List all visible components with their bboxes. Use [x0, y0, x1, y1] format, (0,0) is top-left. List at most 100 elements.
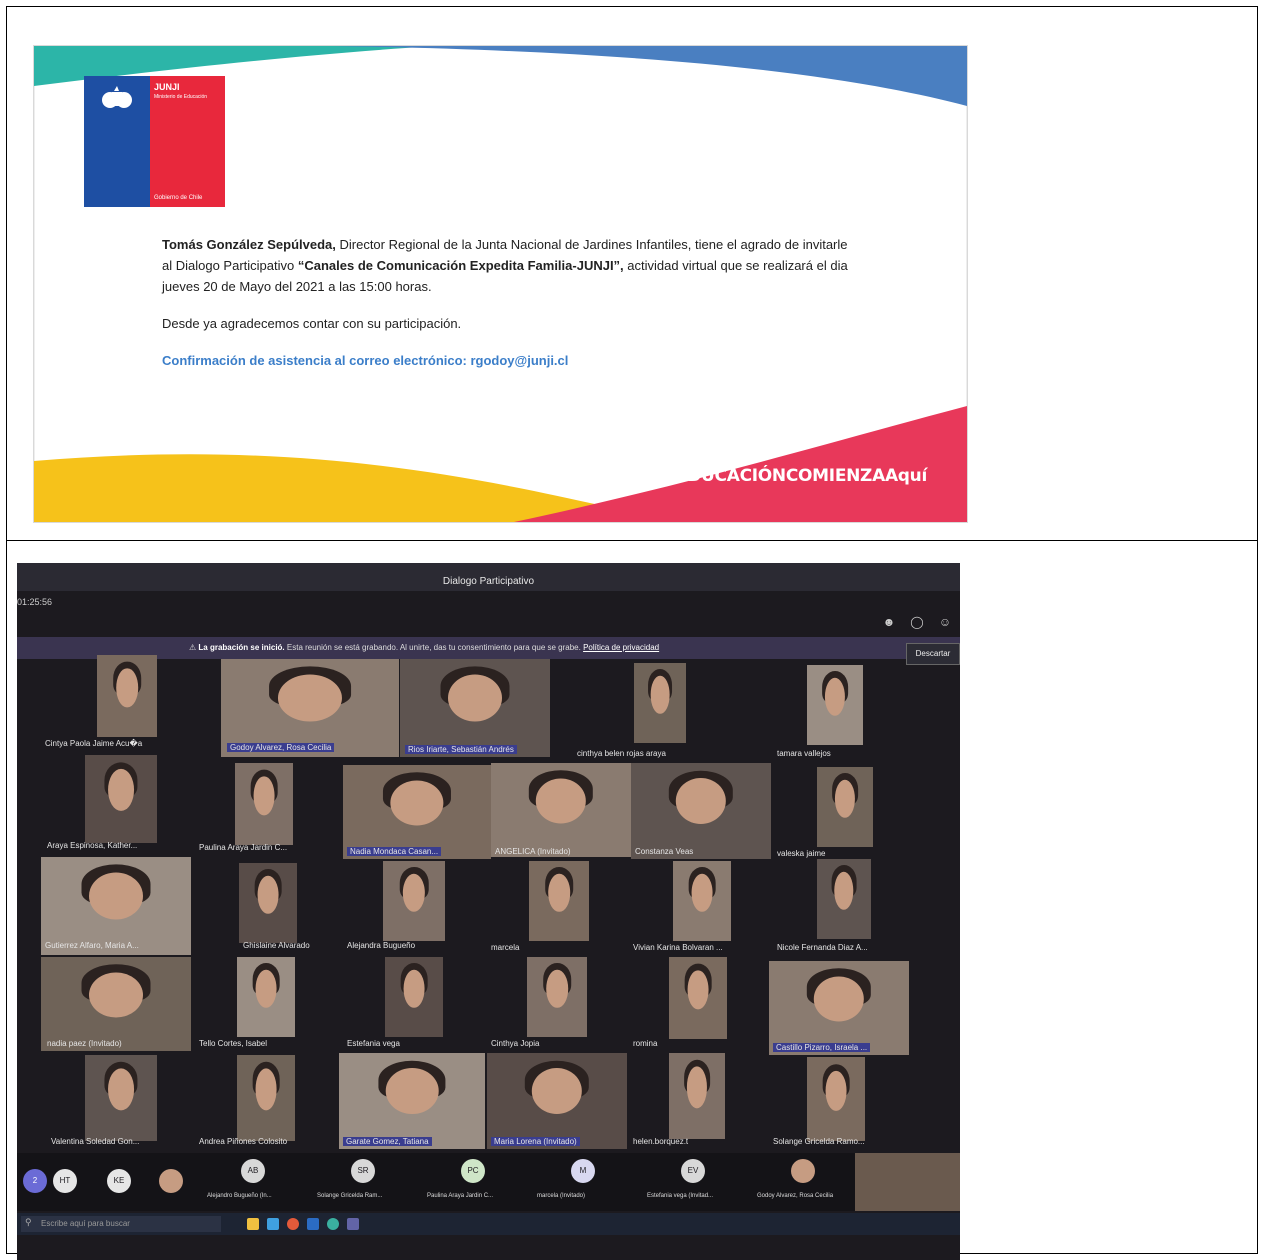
chrome-icon[interactable]	[287, 1218, 299, 1230]
participant-video-tile	[769, 961, 909, 1055]
participant-video-tile	[817, 767, 873, 847]
participant-name: romina	[633, 1039, 658, 1048]
participant-name: Paulina Araya Jardin C...	[199, 843, 288, 852]
participant-video-tile	[383, 861, 445, 941]
recording-banner: ⚠ La grabación se inició. Esta reunión s…	[17, 637, 960, 659]
participant-video-tile	[669, 1053, 725, 1139]
participants-icon[interactable]: ☻	[882, 615, 896, 629]
participant-name: Ghislaine Alvarado	[243, 941, 310, 950]
meeting-timer: 01:25:56	[17, 597, 53, 607]
participant-name: Solange Gricelda Ram...	[317, 1193, 383, 1199]
participant-name: Estefania vega (Invitad...	[647, 1193, 714, 1199]
participant-video-tile	[817, 859, 871, 939]
participant-name: Godoy Alvarez, Rosa Cecilia	[227, 743, 335, 752]
participant-video-tile	[97, 655, 157, 737]
participant-name: Solange Gricelda Ramo...	[773, 1137, 865, 1146]
avatar: PC	[461, 1159, 485, 1183]
participant-name: Garate Gomez, Tatiana	[343, 1137, 432, 1146]
participant-name: Tello Cortes, Isabel	[199, 1039, 268, 1048]
logo-footer: Gobierno de Chile	[154, 195, 203, 201]
participant-name: nadia paez (Invitado)	[47, 1039, 122, 1048]
participant-video-tile	[85, 1055, 157, 1141]
participant-name: tamara vallejos	[777, 749, 831, 758]
logo-ministry: Ministerio de Educación	[154, 94, 208, 100]
participant-video-tile	[487, 1053, 627, 1149]
participant-video-tile	[807, 1057, 865, 1141]
avatar	[791, 1159, 815, 1183]
avatar: SR	[351, 1159, 375, 1183]
meeting-toolbar: ☻ ◯ ☺	[882, 615, 952, 629]
participant-name: Alejandro Bugueño (In...	[207, 1193, 272, 1199]
windows-taskbar: Escribe aquí para buscar ⚲	[17, 1213, 960, 1235]
self-view	[855, 1153, 960, 1211]
avatar	[159, 1169, 183, 1193]
participant-video-tile	[85, 755, 157, 843]
avatar: AB	[241, 1159, 265, 1183]
avatar: M	[571, 1159, 595, 1183]
participant-name: Vivian Karina Bolvaran ...	[633, 943, 723, 952]
word-icon[interactable]	[307, 1218, 319, 1230]
participant-video-tile	[343, 765, 491, 859]
participant-video-tile	[41, 957, 191, 1051]
thanks-paragraph: Desde ya agradecemos contar con su parti…	[162, 316, 462, 331]
participant-video-tile	[491, 763, 631, 857]
participant-name: valeska jaime	[777, 849, 826, 858]
participant-name: Araya Espinosa, Kather...	[47, 841, 138, 850]
hashtag: #laEDUCACIÓNCOMIENZAAquí	[645, 466, 927, 486]
participant-video-tile	[339, 1053, 485, 1149]
file-explorer-icon[interactable]	[247, 1218, 259, 1230]
edge-icon[interactable]	[327, 1218, 339, 1230]
participant-video-tile	[237, 957, 295, 1037]
participant-name: Andrea Piñones Colosito	[199, 1137, 288, 1146]
avatar: EV	[681, 1159, 705, 1183]
privacy-link[interactable]: Política de privacidad	[583, 643, 659, 652]
discard-button[interactable]: Descartar	[906, 643, 960, 665]
junji-logo: JUNJI Ministerio de Educación Gobierno d…	[84, 76, 225, 207]
taskbar-search[interactable]: Escribe aquí para buscar	[21, 1216, 221, 1232]
participant-video-tile	[634, 663, 686, 743]
participant-name: Nadia Mondaca Casan...	[347, 847, 442, 856]
invitation-text: Tomás González Sepúlveda, Director Regio…	[162, 234, 852, 387]
participant-name: Gutierrez Alfaro, Maria A...	[45, 941, 139, 950]
teams-icon[interactable]	[347, 1218, 359, 1230]
participant-video-tile	[527, 957, 587, 1037]
participant-name: Nicole Fernanda Diaz A...	[777, 943, 868, 952]
avatar: KE	[107, 1169, 131, 1193]
participant-video-tile	[631, 763, 771, 859]
participant-video-tile	[400, 659, 550, 757]
participant-name: Maria Lorena (Invitado)	[491, 1137, 580, 1146]
participant-name: helen.borquez.t	[633, 1137, 689, 1146]
participant-video-tile	[385, 957, 443, 1037]
participant-video-tile	[669, 957, 727, 1039]
reactions-icon[interactable]: ☺	[938, 615, 952, 629]
participant-video-tile	[529, 861, 589, 941]
window-title: Dialogo Participativo	[17, 563, 960, 591]
participant-name: Cinthya Jopia	[491, 1039, 540, 1048]
avatar: HT	[53, 1169, 77, 1193]
participant-name: marcela	[491, 943, 520, 952]
participant-name: marcela (Invitado)	[537, 1193, 586, 1199]
invitation-paragraph: Tomás González Sepúlveda, Director Regio…	[162, 237, 848, 294]
logo-org: JUNJI	[154, 82, 180, 92]
chat-icon[interactable]: ◯	[910, 615, 924, 629]
participant-name: Castillo Pizarro, Israela ...	[773, 1043, 871, 1052]
participant-name: cinthya belen rojas araya	[577, 749, 666, 758]
participant-name: Godoy Alvarez, Rosa Cecilia	[757, 1193, 834, 1199]
invitation-card: JUNJI Ministerio de Educación Gobierno d…	[33, 45, 968, 523]
participant-name: ANGELICA (Invitado)	[495, 847, 571, 856]
mail-icon[interactable]	[267, 1218, 279, 1230]
participant-name: Paulina Araya Jardin C...	[427, 1193, 494, 1199]
participant-name: Valentina Soledad Gon...	[51, 1137, 140, 1146]
participant-video-tile	[237, 1055, 295, 1141]
participant-video-tile	[807, 665, 863, 745]
participant-video-tile	[235, 763, 293, 845]
participant-video-tile	[673, 861, 731, 941]
teams-meeting-photo: Dialogo Participativo 01:25:56 ☻ ◯ ☺ ⚠ L…	[17, 563, 960, 1260]
overflow-badge[interactable]: 2	[23, 1169, 47, 1193]
participant-name: Alejandra Bugueño	[347, 941, 416, 950]
participant-name: Cintya Paola Jaime Acu�a	[45, 739, 143, 748]
search-icon: ⚲	[25, 1217, 32, 1227]
confirmation-line: Confirmación de asistencia al correo ele…	[162, 353, 569, 368]
chile-crest-icon	[102, 86, 132, 108]
participant-strip: 2 HT KE AB Alejandro Bugueño (In... SR Sola…	[17, 1153, 960, 1211]
